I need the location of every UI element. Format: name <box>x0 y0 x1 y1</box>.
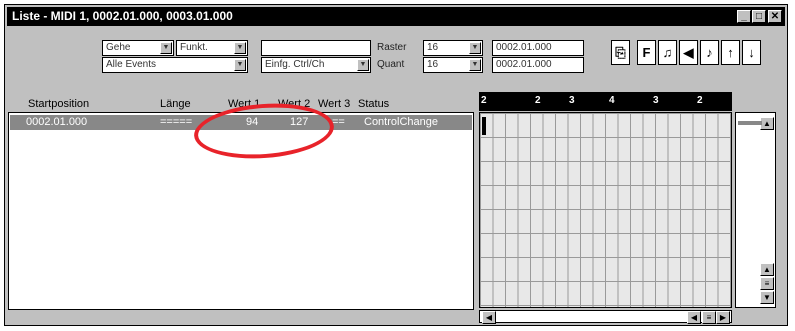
cell-value3: == <box>332 116 345 128</box>
cell-length: ===== <box>160 116 193 128</box>
window-title: Liste - MIDI 1, 0002.01.000, 0003.01.000 <box>12 9 233 23</box>
title-bar[interactable]: Liste - MIDI 1, 0002.01.000, 0003.01.000… <box>7 7 785 26</box>
chevron-down-icon: ▼ <box>357 59 369 71</box>
event-grid[interactable] <box>479 112 732 308</box>
arrow-down-icon: ↓ <box>748 45 755 60</box>
chevron-down-icon: ▼ <box>160 42 172 54</box>
note-icon: ♪ <box>706 45 713 60</box>
column-header-length[interactable]: Länge <box>160 98 191 110</box>
scroll-up-icon[interactable]: ▲ <box>760 117 774 130</box>
zoom-h-icon[interactable]: ≡ <box>702 311 716 324</box>
cell-status: ControlChange <box>364 116 438 128</box>
zoom-in-icon[interactable]: ▲ <box>760 263 774 276</box>
maximize-button[interactable]: □ <box>752 10 766 23</box>
step-up-button[interactable]: ↑ <box>721 40 740 65</box>
chevron-down-icon: ▼ <box>234 59 246 71</box>
ruler-tick: 3 <box>653 95 659 106</box>
chevron-down-icon: ▼ <box>469 42 481 54</box>
speaker-button[interactable]: ◀ <box>679 40 698 65</box>
filter-f-label: F <box>642 45 651 60</box>
ruler-tick: 2 <box>481 95 487 106</box>
filter-f-button[interactable]: F <box>637 40 656 65</box>
zoom-in-h-icon[interactable]: ▶ <box>716 311 730 324</box>
step-down-button[interactable]: ↓ <box>742 40 761 65</box>
scroll-thumb[interactable] <box>738 121 762 125</box>
vertical-scrollbar[interactable]: ▲ ▲ ≡ ▼ <box>735 112 776 308</box>
arrow-up-icon: ↑ <box>727 45 734 60</box>
minimize-button[interactable]: _ <box>737 10 751 23</box>
horizontal-scrollbar[interactable]: ◀ ◀ ≡ ▶ <box>479 310 732 324</box>
column-header-status[interactable]: Status <box>358 98 389 110</box>
cell-start: 0002.01.000 <box>26 116 88 128</box>
zoom-out-h-icon[interactable]: ◀ <box>687 311 701 324</box>
chevron-down-icon: ▼ <box>234 42 246 54</box>
function-dropdown[interactable]: Funkt. ▼ <box>176 40 248 56</box>
column-header-value3[interactable]: Wert 3 <box>318 98 350 110</box>
note-tool-icon: ♫ <box>662 45 673 60</box>
close-button[interactable]: ✕ <box>768 10 782 23</box>
event-filter-label: Alle Events <box>106 59 157 70</box>
note-button[interactable]: ♪ <box>700 40 719 65</box>
insert-dropdown[interactable]: Einfg. Ctrl/Ch ▼ <box>261 57 371 73</box>
goto-dropdown[interactable]: Gehe ▼ <box>102 40 174 56</box>
end-position-field[interactable]: 0002.01.000 <box>492 57 584 73</box>
insert-label: Einfg. Ctrl/Ch <box>265 59 325 70</box>
quant-label: Quant <box>377 59 405 70</box>
raster-label: Raster <box>377 42 407 53</box>
ruler-tick: 2 <box>535 95 541 106</box>
speaker-icon: ◀ <box>683 45 694 60</box>
raster-dropdown[interactable]: 16 ▼ <box>423 40 483 56</box>
zoom-level-icon[interactable]: ≡ <box>760 277 774 290</box>
quant-value: 16 <box>427 59 439 70</box>
event-marker[interactable] <box>482 117 486 135</box>
quant-dropdown[interactable]: 16 ▼ <box>423 57 483 73</box>
event-filter-dropdown[interactable]: Alle Events ▼ <box>102 57 248 73</box>
zoom-out-icon[interactable]: ▼ <box>760 291 774 304</box>
scroll-left-icon[interactable]: ◀ <box>482 311 496 324</box>
note-tool-button[interactable]: ♫ <box>658 40 677 65</box>
raster-value: 16 <box>427 42 439 53</box>
ruler-tick: 4 <box>609 95 615 106</box>
ruler-tick: 3 <box>569 95 575 106</box>
loop-icon: ⎘ <box>615 45 626 60</box>
start-position-field[interactable]: 0002.01.000 <box>492 40 584 56</box>
text-field[interactable] <box>261 40 371 56</box>
goto-label: Gehe <box>106 42 131 53</box>
function-label: Funkt. <box>180 42 208 53</box>
column-header-start[interactable]: Startposition <box>28 98 89 110</box>
loop-toggle-button[interactable]: ⎘ <box>611 40 630 65</box>
ruler-tick: 2 <box>697 95 703 106</box>
time-ruler[interactable]: 2 2 3 4 3 2 <box>479 92 732 111</box>
chevron-down-icon: ▼ <box>469 59 481 71</box>
